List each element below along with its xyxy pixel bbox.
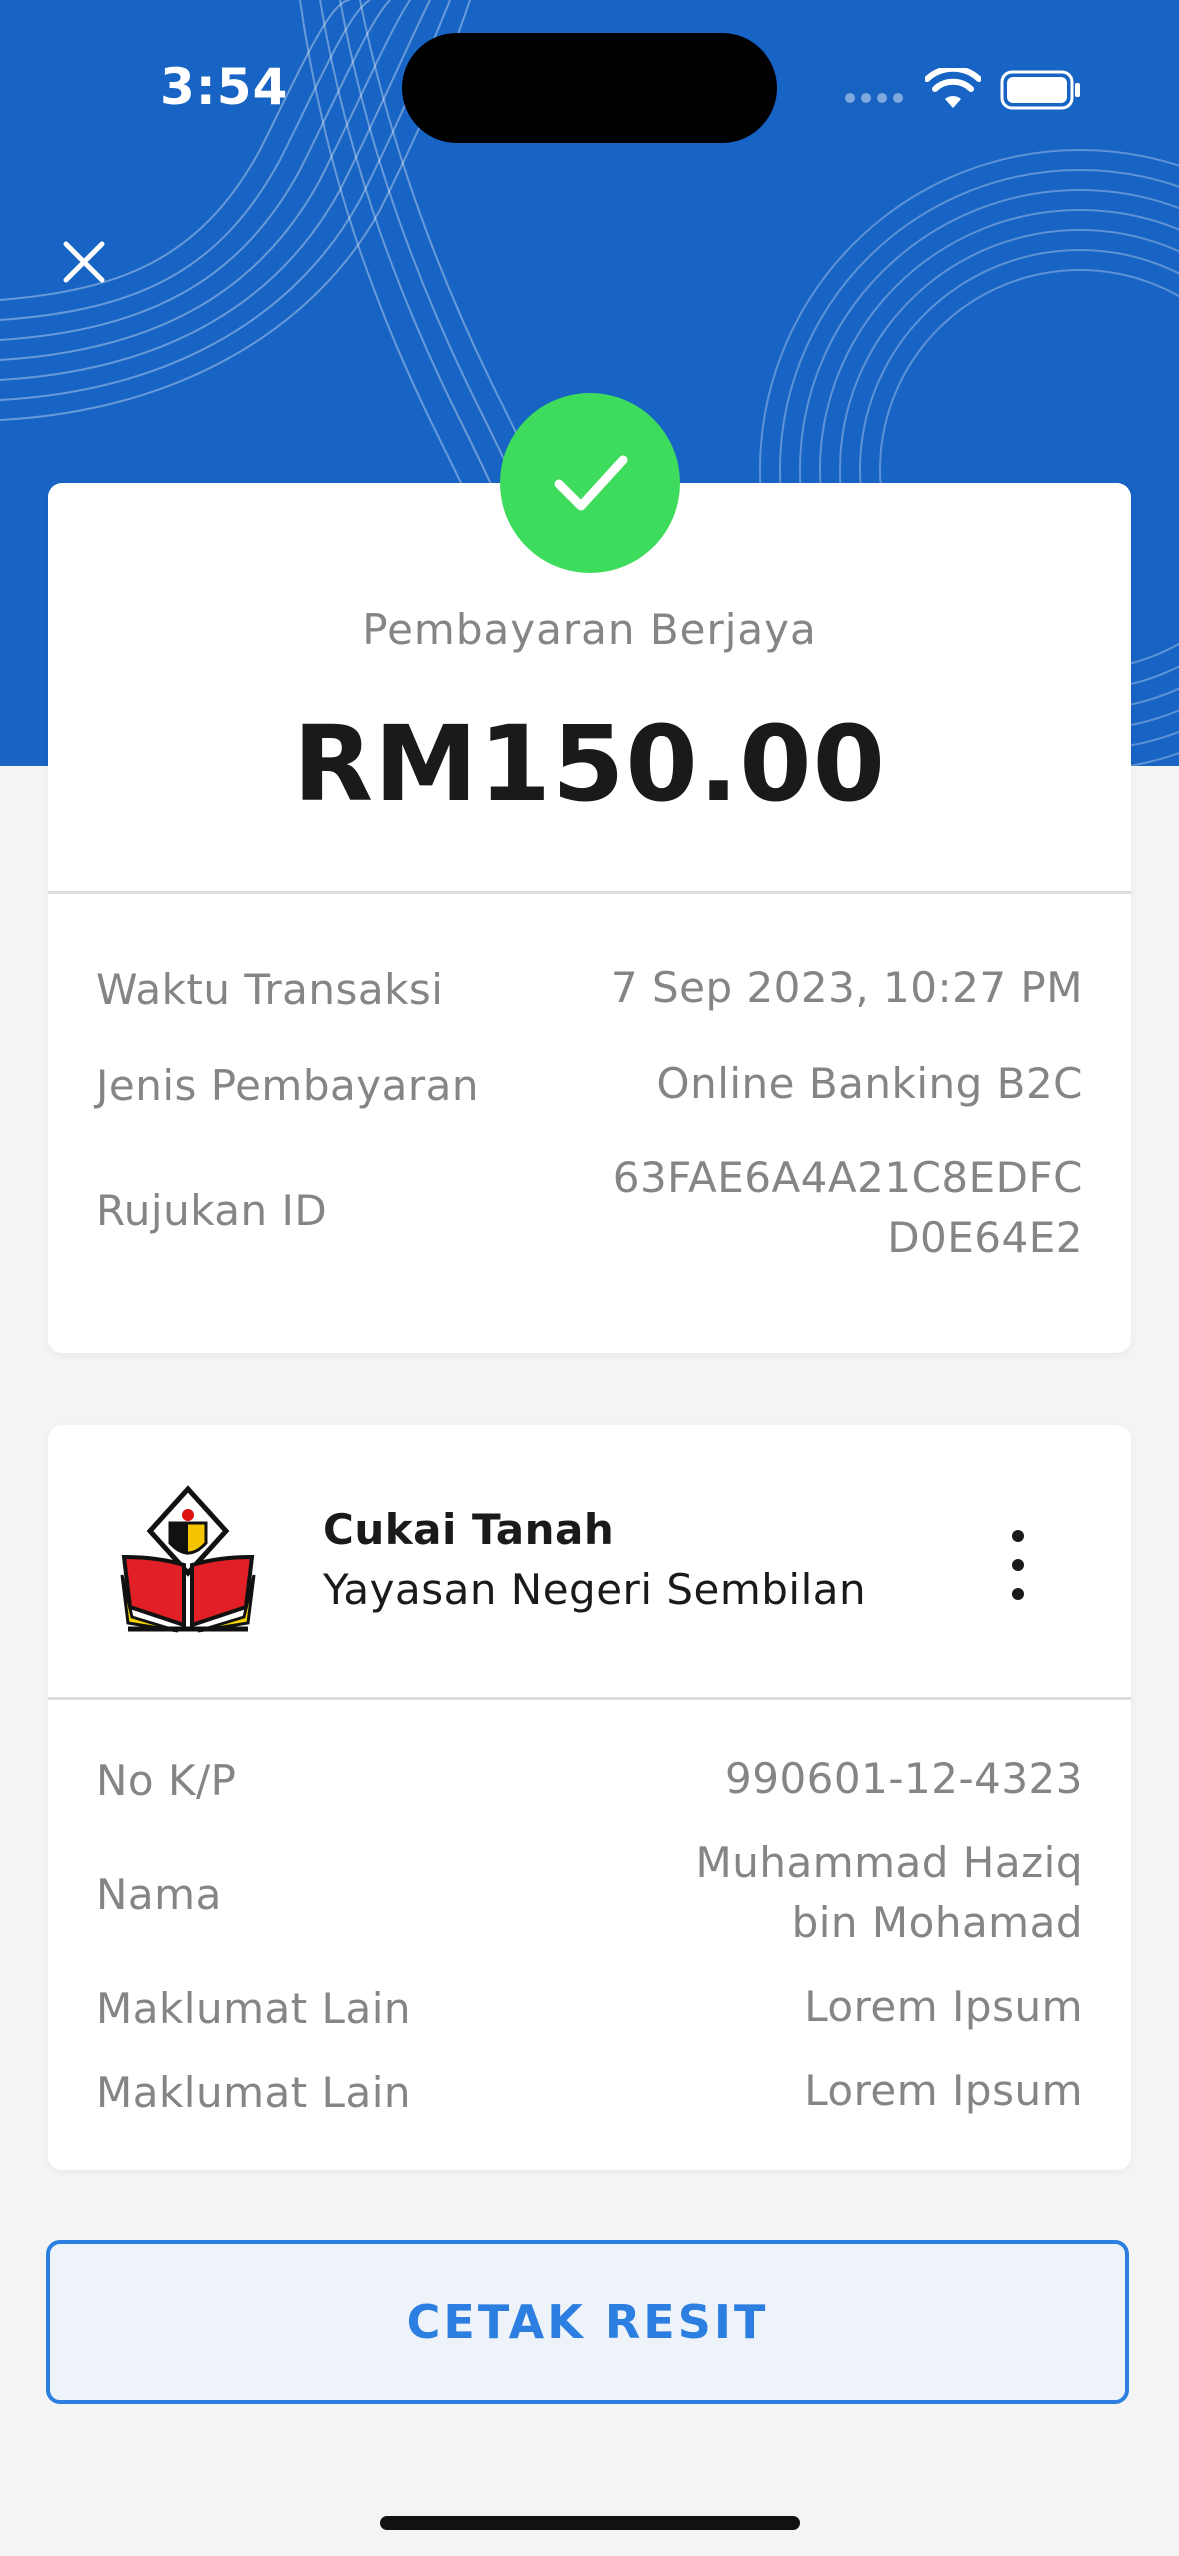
wifi-icon xyxy=(925,68,981,108)
ic-number-label: No K/P xyxy=(96,1756,237,1805)
success-badge xyxy=(500,393,680,573)
other-info-label-2: Maklumat Lain xyxy=(96,2068,411,2117)
payment-amount: RM150.00 xyxy=(293,703,886,825)
payment-type-value: Online Banking B2C xyxy=(656,1059,1083,1108)
name-line2: bin Mohamad xyxy=(791,1898,1083,1947)
reference-id-line2: D0E64E2 xyxy=(887,1213,1083,1262)
status-time: 3:54 xyxy=(160,58,289,116)
other-info-value-2: Lorem Ipsum xyxy=(804,2066,1083,2115)
signal-icon xyxy=(845,93,903,103)
print-receipt-button[interactable]: CETAK RESIT xyxy=(46,2240,1129,2404)
biller-details-card: Cukai Tanah Yayasan Negeri Sembilan No K… xyxy=(48,1425,1131,2170)
status-bar: 3:54 xyxy=(0,0,1179,170)
reference-id-label: Rujukan ID xyxy=(96,1186,328,1235)
divider xyxy=(48,1697,1131,1700)
close-icon[interactable] xyxy=(52,230,116,294)
dynamic-island xyxy=(402,33,777,143)
reference-id-line1: 63FAE6A4A21C8EDFC xyxy=(612,1153,1083,1202)
yayasan-logo xyxy=(120,1485,256,1633)
transaction-time-value: 7 Sep 2023, 10:27 PM xyxy=(610,963,1083,1012)
other-info-value-1: Lorem Ipsum xyxy=(804,1982,1083,2031)
payment-status: Pembayaran Berjaya xyxy=(362,605,817,654)
name-line1: Muhammad Haziq xyxy=(695,1838,1083,1887)
checkmark-icon xyxy=(554,455,628,511)
ic-number-value: 990601-12-4323 xyxy=(725,1754,1083,1803)
payment-type-label: Jenis Pembayaran xyxy=(96,1061,479,1110)
other-info-label-1: Maklumat Lain xyxy=(96,1984,411,2033)
divider xyxy=(48,891,1131,894)
name-label: Nama xyxy=(96,1870,222,1919)
biller-title: Cukai Tanah xyxy=(323,1505,615,1554)
home-indicator xyxy=(380,2516,800,2530)
reference-id-value: 63FAE6A4A21C8EDFC D0E64E2 xyxy=(613,1148,1083,1268)
name-value: Muhammad Haziq bin Mohamad xyxy=(696,1833,1083,1953)
payment-summary-card: Pembayaran Berjaya RM150.00 Waktu Transa… xyxy=(48,483,1131,1353)
more-vertical-icon[interactable] xyxy=(998,1530,1038,1600)
battery-icon xyxy=(1000,70,1080,110)
transaction-time-label: Waktu Transaksi xyxy=(96,965,444,1014)
biller-subtitle: Yayasan Negeri Sembilan xyxy=(323,1565,867,1614)
